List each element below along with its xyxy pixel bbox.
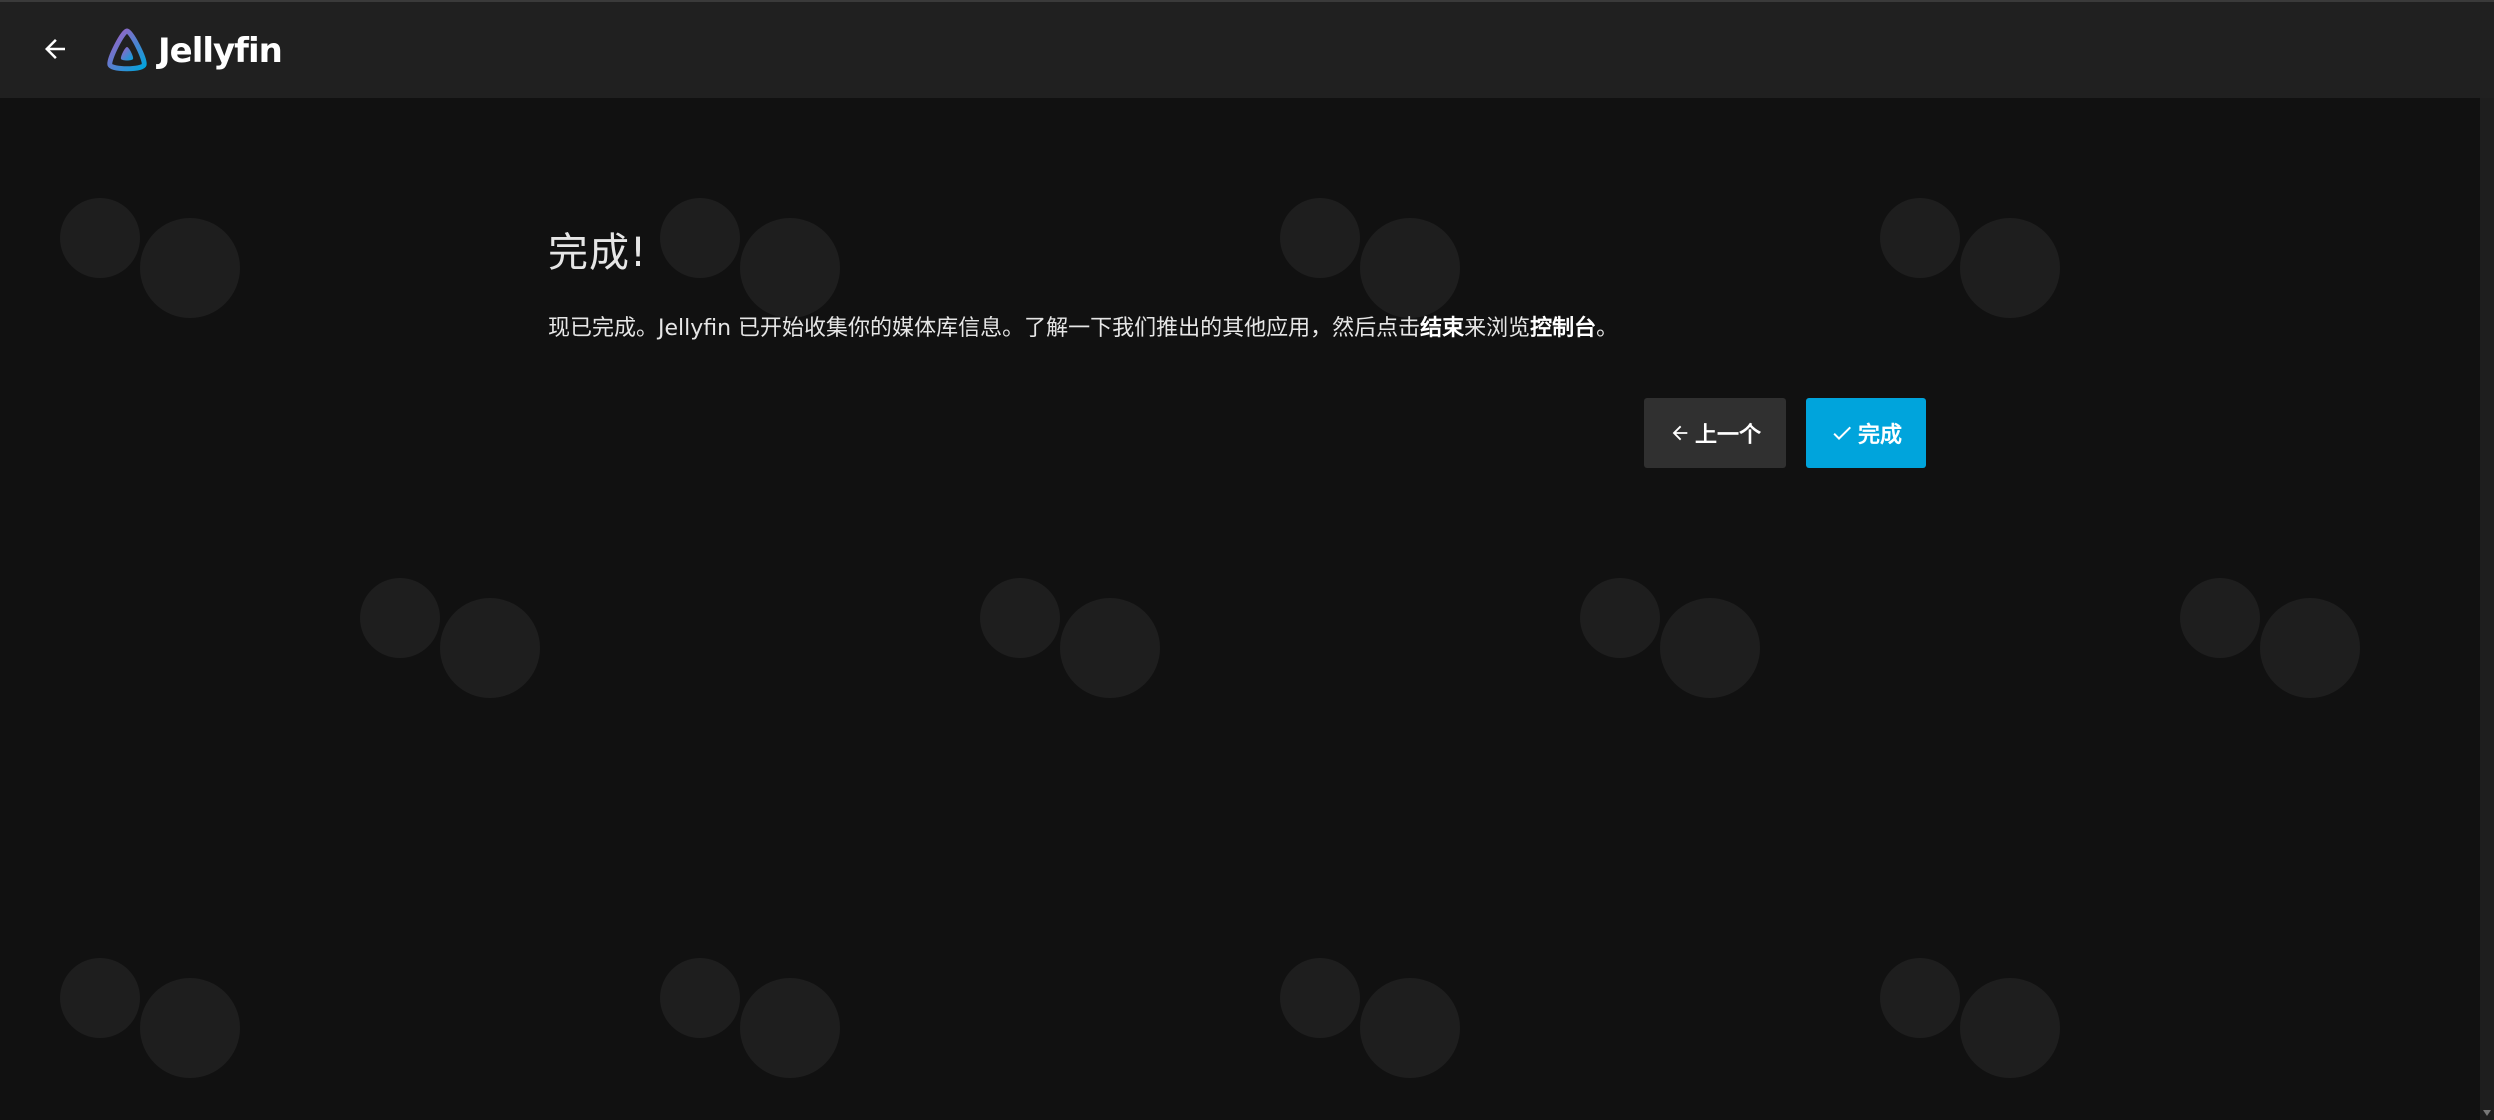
description-text: 现已完成。Jellyfin 已开始收集你的媒体库信息。了解一下我们推出的其他应用…	[548, 316, 1421, 341]
watermark-pattern	[360, 578, 540, 698]
watermark-pattern	[980, 578, 1160, 698]
check-icon	[1833, 426, 1851, 440]
previous-button-label: 上一个	[1694, 423, 1761, 448]
description-text: 。	[1596, 316, 1619, 341]
description-bold-finish: 结束	[1420, 316, 1465, 341]
finish-button[interactable]: 完成	[1806, 398, 1926, 468]
wizard-finish-panel: 完成! 现已完成。Jellyfin 已开始收集你的媒体库信息。了解一下我们推出的…	[548, 220, 1928, 346]
watermark-pattern	[60, 198, 240, 318]
back-button[interactable]	[30, 24, 80, 74]
main-content: 完成! 现已完成。Jellyfin 已开始收集你的媒体库信息。了解一下我们推出的…	[0, 98, 2480, 1120]
description-text: 来浏览	[1464, 316, 1531, 341]
app-root: Jellyfin 完成! 现已完成。Jellyfin 已开始收集你的媒体库信息。…	[0, 0, 2494, 1120]
watermark-pattern	[1580, 578, 1760, 698]
wizard-buttons: 上一个 完成	[1644, 398, 1926, 468]
finish-description: 现已完成。Jellyfin 已开始收集你的媒体库信息。了解一下我们推出的其他应用…	[548, 312, 1928, 346]
watermark-pattern	[660, 958, 840, 1078]
vertical-scrollbar[interactable]	[2480, 98, 2494, 1120]
finish-button-label: 完成	[1857, 423, 1902, 448]
jellyfin-logo-icon	[107, 28, 147, 72]
top-bar: Jellyfin	[0, 0, 2494, 98]
previous-button[interactable]: 上一个	[1644, 398, 1786, 468]
watermark-pattern	[2180, 578, 2360, 698]
watermark-pattern	[1280, 958, 1460, 1078]
description-bold-dashboard: 控制台	[1530, 316, 1597, 341]
watermark-pattern	[1880, 958, 2060, 1078]
brand-name: Jellyfin	[158, 31, 283, 71]
watermark-pattern	[60, 958, 240, 1078]
scroll-down-arrow-icon[interactable]	[2483, 1110, 2491, 1116]
arrow-left-icon	[45, 39, 65, 59]
page-title: 完成!	[548, 230, 648, 276]
jellyfin-logo[interactable]: Jellyfin	[104, 26, 283, 76]
arrow-left-icon	[1672, 425, 1688, 441]
